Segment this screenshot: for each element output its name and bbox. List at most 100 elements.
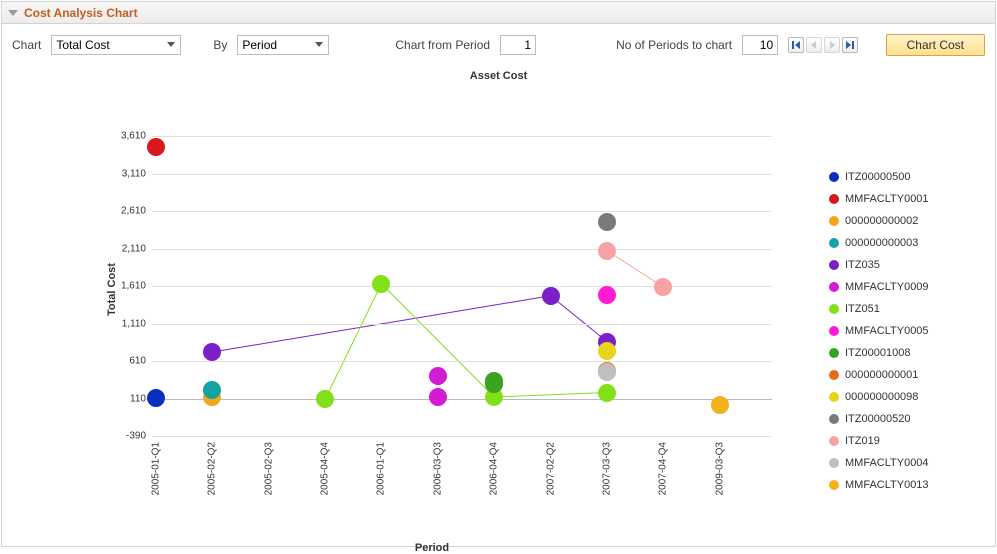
legend-label: 000000000001 — [845, 369, 918, 381]
data-point[interactable] — [542, 287, 560, 305]
legend-item[interactable]: MMFACLTY0001 — [829, 188, 979, 210]
legend-item[interactable]: 000000000003 — [829, 232, 979, 254]
data-point[interactable] — [147, 389, 165, 407]
y-tick-label: 110 — [86, 393, 146, 404]
legend-dot-icon — [829, 348, 839, 358]
data-point[interactable] — [147, 138, 165, 156]
period-nav — [788, 37, 858, 53]
cost-analysis-panel: Cost Analysis Chart Chart Total Cost By … — [1, 1, 996, 547]
legend-label: 000000000003 — [845, 237, 918, 249]
plot-wrap: Total Cost -3901106101,1101,6102,1102,61… — [62, 116, 802, 546]
nav-last-icon[interactable] — [842, 37, 858, 53]
y-tick-label: 2,110 — [86, 243, 146, 254]
data-point[interactable] — [598, 242, 616, 260]
gridline — [152, 436, 772, 437]
legend-item[interactable]: MMFACLTY0013 — [829, 474, 979, 496]
gridline — [152, 136, 772, 137]
gridline — [152, 211, 772, 212]
data-point[interactable] — [203, 343, 221, 361]
data-point[interactable] — [485, 375, 503, 393]
data-point[interactable] — [598, 384, 616, 402]
chart-cost-button[interactable]: Chart Cost — [886, 34, 985, 56]
data-point[interactable] — [598, 213, 616, 231]
periods-count-label: No of Periods to chart — [616, 38, 732, 52]
data-point[interactable] — [429, 367, 447, 385]
x-tick-label: 2005-02-Q3 — [263, 442, 274, 495]
legend-label: MMFACLTY0001 — [845, 193, 929, 205]
data-point[interactable] — [203, 381, 221, 399]
legend-dot-icon — [829, 414, 839, 424]
gridline — [152, 324, 772, 325]
legend-dot-icon — [829, 392, 839, 402]
legend-dot-icon — [829, 238, 839, 248]
legend-item[interactable]: MMFACLTY0004 — [829, 452, 979, 474]
collapse-icon[interactable] — [8, 10, 18, 16]
legend-dot-icon — [829, 326, 839, 336]
data-point[interactable] — [429, 388, 447, 406]
legend-item[interactable]: ITZ00001008 — [829, 342, 979, 364]
legend-item[interactable]: ITZ035 — [829, 254, 979, 276]
x-tick-label: 2007-03-Q3 — [601, 442, 612, 495]
from-period-input[interactable] — [500, 35, 536, 55]
legend-label: ITZ019 — [845, 435, 880, 447]
gridline — [152, 286, 772, 287]
chart-select[interactable]: Total Cost — [51, 35, 181, 55]
data-point[interactable] — [316, 390, 334, 408]
y-tick-label: 2,610 — [86, 206, 146, 217]
nav-first-icon[interactable] — [788, 37, 804, 53]
data-point[interactable] — [598, 342, 616, 360]
legend-label: ITZ051 — [845, 303, 880, 315]
y-tick-label: 1,610 — [86, 281, 146, 292]
data-point[interactable] — [654, 278, 672, 296]
chart-label: Chart — [12, 38, 41, 52]
gridline — [152, 361, 772, 362]
x-tick-label: 2005-01-Q1 — [151, 442, 162, 495]
y-tick-label: 3,610 — [86, 131, 146, 142]
legend-label: MMFACLTY0005 — [845, 325, 929, 337]
legend-label: ITZ00000520 — [845, 413, 910, 425]
legend-dot-icon — [829, 480, 839, 490]
nav-next-icon — [824, 37, 840, 53]
legend-item[interactable]: 000000000002 — [829, 210, 979, 232]
x-tick-label: 2005-04-Q4 — [320, 442, 331, 495]
legend-label: ITZ00001008 — [845, 347, 910, 359]
y-tick-label: 3,110 — [86, 168, 146, 179]
chart-region: Asset Cost Total Cost -3901106101,1101,6… — [2, 56, 995, 542]
controls-row: Chart Total Cost By Period Chart from Pe… — [2, 24, 995, 56]
legend-item[interactable]: MMFACLTY0009 — [829, 276, 979, 298]
gridline — [152, 399, 772, 400]
legend-item[interactable]: ITZ051 — [829, 298, 979, 320]
legend-label: MMFACLTY0004 — [845, 457, 929, 469]
by-select[interactable]: Period — [237, 35, 329, 55]
legend-item[interactable]: 000000000098 — [829, 386, 979, 408]
x-tick-label: 2009-03-Q3 — [714, 442, 725, 495]
data-point[interactable] — [598, 363, 616, 381]
plot-area: -3901106101,1101,6102,1102,6103,1103,610… — [152, 136, 772, 436]
legend-label: MMFACLTY0013 — [845, 479, 929, 491]
x-tick-label: 2006-03-Q3 — [432, 442, 443, 495]
legend-dot-icon — [829, 172, 839, 182]
x-tick-label: 2007-04-Q4 — [658, 442, 669, 495]
data-point[interactable] — [372, 275, 390, 293]
data-point[interactable] — [598, 286, 616, 304]
legend-item[interactable]: MMFACLTY0005 — [829, 320, 979, 342]
x-tick-label: 2007-02-Q2 — [545, 442, 556, 495]
data-point[interactable] — [711, 396, 729, 414]
legend-dot-icon — [829, 282, 839, 292]
x-tick-label: 2005-02-Q2 — [207, 442, 218, 495]
nav-prev-icon — [806, 37, 822, 53]
gridline — [152, 249, 772, 250]
legend-item[interactable]: 000000000001 — [829, 364, 979, 386]
legend-dot-icon — [829, 436, 839, 446]
chart-title: Asset Cost — [2, 56, 995, 82]
legend-label: ITZ00000500 — [845, 171, 910, 183]
by-label: By — [213, 38, 227, 52]
periods-count-input[interactable] — [742, 35, 778, 55]
legend-item[interactable]: ITZ00000500 — [829, 166, 979, 188]
panel-titlebar[interactable]: Cost Analysis Chart — [2, 2, 995, 24]
legend-item[interactable]: ITZ00000520 — [829, 408, 979, 430]
legend: ITZ00000500 MMFACLTY0001 000000000002 00000… — [829, 166, 979, 496]
legend-label: 000000000002 — [845, 215, 918, 227]
legend-item[interactable]: ITZ019 — [829, 430, 979, 452]
legend-label: 000000000098 — [845, 391, 918, 403]
